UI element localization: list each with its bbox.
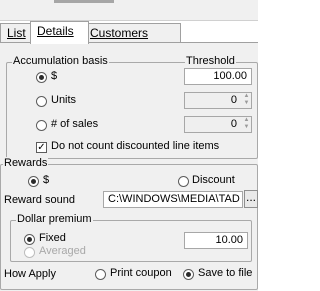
premium-averaged-radio <box>24 247 35 258</box>
reward-dollar-label: $ <box>43 174 50 186</box>
reward-discount-label: Discount <box>192 174 235 186</box>
how-apply-label: How Apply <box>4 268 56 280</box>
save-to-file-label: Save to file <box>198 267 253 279</box>
reward-discount-radio[interactable] <box>178 176 189 187</box>
tab-details[interactable]: Details <box>30 21 89 44</box>
basis-units-radio[interactable] <box>36 96 47 107</box>
premium-averaged-label: Averaged <box>39 245 86 257</box>
discount-checkbox-label: Do not count discounted line items <box>51 140 220 152</box>
rewards-legend: Rewards <box>3 157 49 169</box>
threshold-dollar-input[interactable]: 100.00 <box>184 68 252 85</box>
units-spinner[interactable]: ▲ ▼ <box>242 93 251 108</box>
basis-dollar-radio[interactable] <box>36 72 47 83</box>
dollar-premium-legend: Dollar premium <box>16 213 93 225</box>
discount-checkbox[interactable]: ✓ <box>36 142 47 153</box>
basis-units-label: Units <box>51 94 77 106</box>
save-to-file-radio[interactable] <box>183 269 194 280</box>
premium-fixed-label: Fixed <box>39 232 66 244</box>
tab-customers[interactable]: Customers <box>83 23 181 43</box>
threshold-label: Threshold <box>185 55 236 67</box>
print-coupon-radio[interactable] <box>95 269 106 280</box>
reward-sound-input[interactable]: C:\WINDOWS\MEDIA\TAD <box>103 191 243 208</box>
tab-list-label: List <box>7 26 26 40</box>
basis-sales-radio[interactable] <box>36 120 47 131</box>
accumulation-basis-legend: Accumulation basis <box>12 55 109 67</box>
tab-details-label: Details <box>37 24 74 38</box>
basis-dollar-label: $ <box>51 70 58 82</box>
sales-spinner[interactable]: ▲ ▼ <box>242 117 251 132</box>
title-strip-accent <box>54 0 114 3</box>
reward-dollar-radio[interactable] <box>28 176 39 187</box>
reward-sound-label: Reward sound <box>4 194 75 206</box>
tab-customers-label: Customers <box>90 26 149 40</box>
premium-fixed-radio[interactable] <box>24 234 35 245</box>
title-strip <box>0 0 258 21</box>
browse-button[interactable]: ... <box>244 190 258 208</box>
basis-sales-label: # of sales <box>51 118 99 130</box>
premium-value-input[interactable]: 10.00 <box>184 232 248 249</box>
print-coupon-label: Print coupon <box>110 267 172 279</box>
